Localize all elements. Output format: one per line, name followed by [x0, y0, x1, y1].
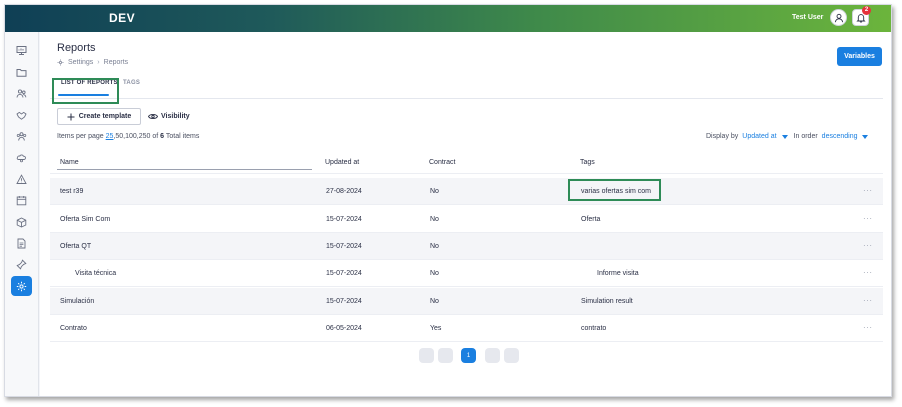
- row-menu-icon[interactable]: ···: [863, 241, 873, 250]
- cell-tags: Simulation result: [581, 298, 633, 305]
- highlight-tag-box: [568, 179, 661, 201]
- name-filter-underline[interactable]: [57, 169, 312, 170]
- tab-tags[interactable]: TAGS: [123, 80, 140, 86]
- cell-name[interactable]: Simulación: [60, 298, 94, 305]
- eye-icon: [148, 114, 158, 119]
- row-menu-icon[interactable]: ···: [863, 296, 873, 305]
- cell-updated-at: 15-07-2024: [326, 270, 362, 277]
- cell-tags: Oferta: [581, 216, 601, 223]
- cell-contract: No: [430, 298, 439, 305]
- box-icon[interactable]: [11, 212, 32, 232]
- header-divider: [50, 173, 883, 174]
- table-row[interactable]: Oferta Sim Com 15-07-2024 No Oferta ···: [50, 206, 883, 233]
- visibility-button[interactable]: Visibility: [148, 109, 190, 124]
- table-row[interactable]: Contrato 06-05-2024 Yes contrato ···: [50, 315, 883, 342]
- cell-name[interactable]: Visita técnica: [75, 270, 116, 277]
- user-name[interactable]: Test User: [792, 14, 823, 21]
- plus-icon: [67, 113, 75, 120]
- cell-updated-at: 27-08-2024: [326, 188, 362, 195]
- cell-tags: Informe visita: [597, 270, 639, 277]
- column-header-tags[interactable]: Tags: [580, 159, 595, 166]
- order-label: In order: [793, 133, 818, 140]
- users-icon[interactable]: [11, 83, 32, 103]
- cell-contract: No: [430, 243, 439, 250]
- highlight-tab-box: [52, 78, 119, 104]
- pin-icon[interactable]: [11, 254, 32, 274]
- first-page-button[interactable]: [419, 348, 434, 363]
- items-per-page-options[interactable]: ,50,100,250 of: [113, 133, 158, 140]
- breadcrumb: Settings › Reports: [57, 59, 128, 66]
- settings-icon: [57, 59, 64, 66]
- visibility-label: Visibility: [161, 113, 190, 120]
- order-select[interactable]: descending: [822, 133, 869, 140]
- top-bar: DEV Test User 2: [5, 5, 891, 32]
- row-menu-icon[interactable]: ···: [863, 186, 873, 195]
- dashboard-icon[interactable]: [11, 40, 32, 60]
- column-header-name[interactable]: Name: [60, 159, 79, 166]
- column-header-updated[interactable]: Updated at: [325, 159, 359, 166]
- display-by-value: Updated at: [742, 133, 777, 140]
- env-label: DEV: [109, 11, 136, 25]
- page-button[interactable]: 1: [461, 348, 476, 363]
- app-window: DEV Test User 2 Reports Settings › Repor…: [4, 4, 892, 397]
- cell-updated-at: 15-07-2024: [326, 216, 362, 223]
- calendar-icon[interactable]: [11, 190, 32, 210]
- breadcrumb-separator-icon: ›: [97, 59, 100, 66]
- avatar[interactable]: [830, 9, 847, 26]
- table-row[interactable]: Visita técnica 15-07-2024 No Informe visita…: [50, 260, 883, 287]
- tab-bar: LIST OF REPORTS TAGS: [50, 77, 883, 99]
- cell-updated-at: 06-05-2024: [326, 325, 362, 332]
- total-items-label: Total items: [165, 133, 200, 140]
- cell-name[interactable]: test r39: [60, 188, 83, 195]
- items-per-page: Items per page 25,50,100,250 of 6 Total …: [57, 133, 199, 140]
- table-row[interactable]: Simulación 15-07-2024 No Simulation result ·…: [50, 288, 883, 315]
- sidebar: [5, 32, 39, 396]
- main-content: Reports Settings › Reports Variables LIS…: [40, 32, 891, 396]
- last-page-button[interactable]: [504, 348, 519, 363]
- cell-tags: contrato: [581, 325, 607, 332]
- page-title: Reports: [57, 42, 96, 54]
- handshake-icon[interactable]: [11, 105, 32, 125]
- cell-contract: No: [430, 188, 439, 195]
- chevron-down-icon: [862, 134, 869, 139]
- breadcrumb-settings[interactable]: Settings: [68, 59, 93, 66]
- row-menu-icon[interactable]: ···: [863, 214, 873, 223]
- column-header-contract[interactable]: Contract: [429, 159, 455, 166]
- row-menu-icon[interactable]: ···: [863, 323, 873, 332]
- table-row[interactable]: test r39 27-08-2024 No varias ofertas sim c…: [50, 178, 883, 205]
- total-items-count: 6: [160, 133, 165, 140]
- breadcrumb-reports: Reports: [103, 59, 129, 66]
- cell-name[interactable]: Oferta Sim Com: [60, 216, 110, 223]
- create-template-label: Create template: [78, 113, 132, 120]
- cell-name[interactable]: Contrato: [60, 325, 87, 332]
- folder-icon[interactable]: [11, 62, 32, 82]
- notification-badge: 2: [862, 6, 871, 15]
- create-template-button[interactable]: Create template: [57, 108, 141, 125]
- next-page-button[interactable]: [485, 348, 500, 363]
- cell-contract: Yes: [430, 325, 442, 332]
- warning-icon[interactable]: [11, 169, 32, 189]
- user-icon: [834, 13, 843, 22]
- items-per-page-label: Items per page: [57, 133, 104, 140]
- sort-controls: Display by Updated at In order descendin…: [706, 133, 869, 140]
- order-value: descending: [821, 133, 858, 140]
- cell-updated-at: 15-07-2024: [326, 243, 362, 250]
- team-icon[interactable]: [11, 126, 32, 146]
- display-by-label: Display by: [706, 133, 739, 140]
- cell-updated-at: 15-07-2024: [326, 298, 362, 305]
- row-menu-icon[interactable]: ···: [863, 268, 873, 277]
- prev-page-button[interactable]: [438, 348, 453, 363]
- cloud-settings-icon[interactable]: [11, 147, 32, 167]
- cell-name[interactable]: Oferta QT: [60, 243, 91, 250]
- document-icon[interactable]: [11, 233, 32, 253]
- chevron-down-icon: [781, 134, 788, 139]
- display-by-select[interactable]: Updated at: [742, 133, 788, 140]
- settings-icon[interactable]: [11, 276, 32, 296]
- cell-contract: No: [430, 216, 439, 223]
- variables-button[interactable]: Variables: [837, 47, 882, 66]
- cell-contract: No: [430, 270, 439, 277]
- table-row[interactable]: Oferta QT 15-07-2024 No ···: [50, 233, 883, 260]
